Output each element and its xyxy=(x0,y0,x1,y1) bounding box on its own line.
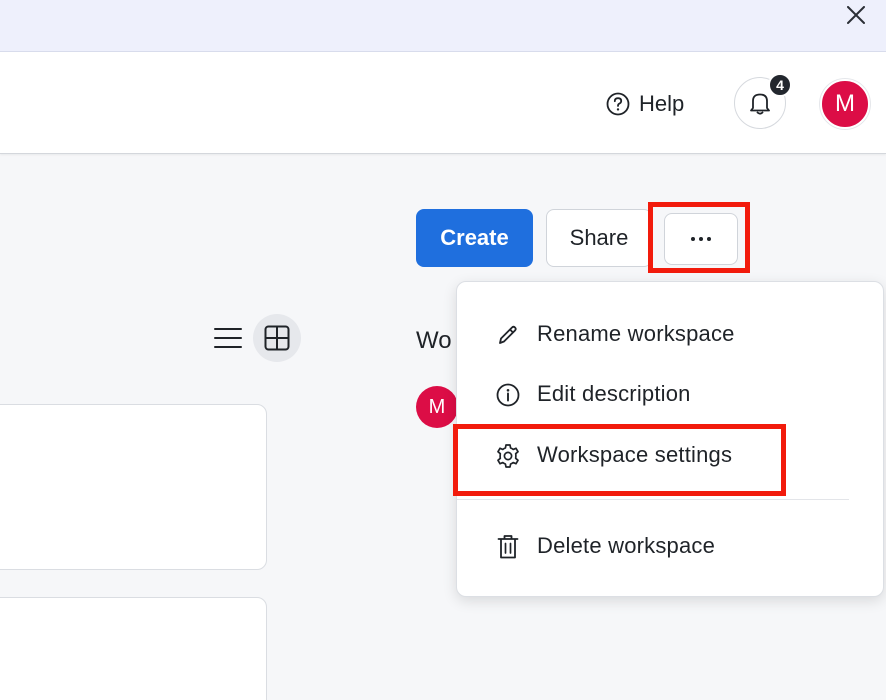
create-button[interactable]: Create xyxy=(416,209,533,267)
help-label: Help xyxy=(639,91,685,116)
list-view-icon xyxy=(214,327,242,349)
app-header: Help 4 M xyxy=(0,52,886,154)
banner-close-button[interactable] xyxy=(841,0,871,30)
info-icon xyxy=(495,382,521,408)
menu-item-label: Rename workspace xyxy=(537,321,735,346)
workspace-card[interactable] xyxy=(0,597,267,700)
trash-icon xyxy=(495,534,521,560)
workspace-options-menu: Rename workspace Edit description Worksp… xyxy=(456,281,884,597)
menu-item-edit-description[interactable]: Edit description xyxy=(457,366,883,422)
bell-icon xyxy=(748,90,772,116)
close-icon xyxy=(847,6,865,24)
menu-item-label: Delete workspace xyxy=(537,533,716,558)
menu-item-label: Edit description xyxy=(537,381,691,406)
workspace-card[interactable] xyxy=(0,404,267,570)
grid-view-toggle[interactable] xyxy=(253,314,301,362)
side-panel-heading: Wo xyxy=(416,327,452,354)
help-circle-icon xyxy=(606,92,630,116)
share-button[interactable]: Share xyxy=(546,209,652,267)
user-avatar[interactable]: M xyxy=(820,79,870,129)
list-view-toggle[interactable] xyxy=(206,316,250,360)
more-icon xyxy=(690,236,712,242)
menu-divider xyxy=(457,499,849,500)
top-banner xyxy=(0,0,886,52)
menu-item-rename-workspace[interactable]: Rename workspace xyxy=(457,306,883,362)
member-avatar: M xyxy=(416,386,458,428)
gear-icon xyxy=(495,443,521,469)
menu-item-delete-workspace[interactable]: Delete workspace xyxy=(457,518,883,574)
menu-item-label: Workspace settings xyxy=(537,442,733,467)
grid-view-icon xyxy=(264,325,290,351)
menu-item-workspace-settings[interactable]: Workspace settings xyxy=(457,427,883,483)
notification-count-badge: 4 xyxy=(768,73,792,97)
help-link[interactable]: Help xyxy=(606,90,684,118)
more-options-button[interactable] xyxy=(664,213,738,265)
pencil-icon xyxy=(495,322,521,348)
